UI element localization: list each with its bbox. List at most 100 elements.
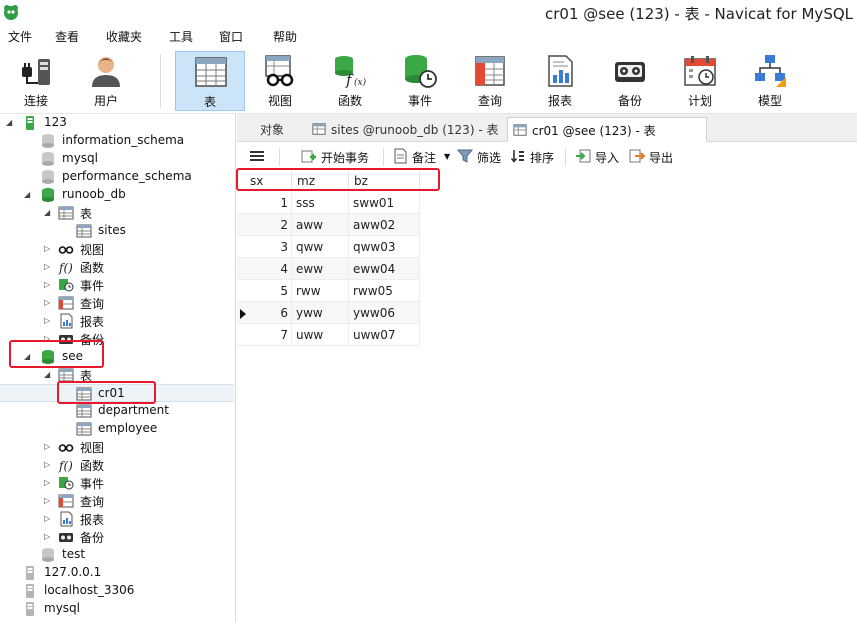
- table-cell-mz[interactable]: rww: [292, 280, 349, 302]
- tree-queries-group[interactable]: ▷ 查询: [0, 294, 234, 312]
- begin-transaction-button[interactable]: 开始事务: [301, 148, 375, 166]
- tree-views-group[interactable]: ▷ 视图: [0, 438, 234, 456]
- menu-hamburger-button[interactable]: [249, 148, 265, 166]
- expanded-arrow-icon[interactable]: ◢: [24, 351, 34, 363]
- tree-reports-group[interactable]: ▷ 报表: [0, 510, 234, 528]
- toolbar-report-button[interactable]: 报表: [525, 51, 595, 111]
- collapsed-arrow-icon[interactable]: ▷: [44, 261, 54, 273]
- tree-functions-group[interactable]: ▷ f() 函数: [0, 258, 234, 276]
- menu-help[interactable]: 帮助: [273, 28, 297, 45]
- toolbar-model-button[interactable]: 模型: [735, 51, 805, 111]
- toolbar-table-button[interactable]: 表: [175, 51, 245, 111]
- import-button[interactable]: 导入: [575, 148, 621, 166]
- table-cell-mz[interactable]: aww: [292, 214, 349, 236]
- collapsed-arrow-icon[interactable]: ▷: [44, 297, 54, 309]
- collapsed-arrow-icon[interactable]: ▷: [44, 531, 54, 543]
- table-cell-bz[interactable]: eww04: [349, 258, 420, 280]
- table-row[interactable]: 7 uww uww07: [237, 324, 420, 346]
- tree-table-department[interactable]: department: [0, 402, 234, 420]
- menu-file[interactable]: 文件: [8, 28, 32, 45]
- collapsed-arrow-icon[interactable]: ▷: [44, 513, 54, 525]
- tree-backups-group[interactable]: ▷ 备份: [0, 528, 234, 546]
- collapsed-arrow-icon[interactable]: ▷: [44, 495, 54, 507]
- tree-reports-group[interactable]: ▷ 报表: [0, 312, 234, 330]
- tab-sites-table[interactable]: sites @runoob_db (123) - 表: [307, 117, 505, 142]
- expanded-arrow-icon[interactable]: ◢: [24, 189, 34, 201]
- toolbar-query-button[interactable]: 查询: [455, 51, 525, 111]
- table-cell-mz[interactable]: sss: [292, 192, 349, 214]
- table-row[interactable]: 3 qww qww03: [237, 236, 420, 258]
- table-cell-mz[interactable]: qww: [292, 236, 349, 258]
- tree-tables-group[interactable]: ◢ 表: [0, 366, 234, 384]
- table-cell-sx[interactable]: 4: [245, 258, 292, 280]
- tree-table-cr01[interactable]: cr01: [0, 384, 234, 402]
- table-cell-bz[interactable]: uww07: [349, 324, 420, 346]
- column-header-mz[interactable]: mz: [292, 171, 349, 191]
- collapsed-arrow-icon[interactable]: ▷: [44, 243, 54, 255]
- table-cell-sx[interactable]: 1: [245, 192, 292, 214]
- collapsed-arrow-icon[interactable]: ▷: [44, 477, 54, 489]
- collapsed-arrow-icon[interactable]: ▷: [44, 441, 54, 453]
- table-row[interactable]: 1 sss sww01: [237, 192, 420, 214]
- tree-tables-group[interactable]: ◢ 表: [0, 204, 234, 222]
- table-cell-bz[interactable]: sww01: [349, 192, 420, 214]
- expanded-arrow-icon[interactable]: ◢: [44, 207, 54, 219]
- tree-functions-group[interactable]: ▷ f() 函数: [0, 456, 234, 474]
- table-cell-mz[interactable]: yww: [292, 302, 349, 324]
- tree-table-sites[interactable]: sites: [0, 222, 234, 240]
- table-cell-sx[interactable]: 6: [245, 302, 292, 324]
- table-row[interactable]: 5 rww rww05: [237, 280, 420, 302]
- menu-view[interactable]: 查看: [55, 28, 79, 45]
- tab-cr01-table[interactable]: cr01 @see (123) - 表: [507, 117, 707, 142]
- toolbar-view-button[interactable]: 视图: [245, 51, 315, 111]
- column-header-sx[interactable]: sx: [245, 171, 292, 191]
- collapsed-arrow-icon[interactable]: ▷: [44, 333, 54, 345]
- collapsed-arrow-icon[interactable]: ▷: [44, 459, 54, 471]
- tree-connection-localhost-ip[interactable]: 127.0.0.1: [0, 564, 234, 582]
- menu-tools[interactable]: 工具: [169, 28, 193, 45]
- menu-favorites[interactable]: 收藏夹: [106, 28, 142, 45]
- toolbar-connect-button[interactable]: 连接: [1, 51, 71, 111]
- collapsed-arrow-icon[interactable]: ▷: [44, 315, 54, 327]
- chevron-down-icon[interactable]: ▼: [444, 152, 450, 161]
- table-cell-mz[interactable]: eww: [292, 258, 349, 280]
- table-cell-sx[interactable]: 7: [245, 324, 292, 346]
- toolbar-schedule-button[interactable]: 计划: [665, 51, 735, 111]
- column-header-bz[interactable]: bz: [349, 171, 420, 191]
- tree-db-test[interactable]: test: [0, 546, 234, 564]
- table-row[interactable]: 2 aww aww02: [237, 214, 420, 236]
- tree-connection-123[interactable]: ◢ 123: [0, 114, 234, 132]
- table-cell-bz[interactable]: aww02: [349, 214, 420, 236]
- tree-table-employee[interactable]: employee: [0, 420, 234, 438]
- tree-connection-mysql[interactable]: mysql: [0, 600, 234, 618]
- table-cell-bz[interactable]: rww05: [349, 280, 420, 302]
- toolbar-event-button[interactable]: 事件: [385, 51, 455, 111]
- tree-backups-group[interactable]: ▷ 备份: [0, 330, 234, 348]
- table-cell-bz[interactable]: yww06: [349, 302, 420, 324]
- table-cell-sx[interactable]: 3: [245, 236, 292, 258]
- tab-objects[interactable]: 对象: [247, 117, 307, 142]
- toolbar-backup-button[interactable]: 备份: [595, 51, 665, 111]
- toolbar-function-button[interactable]: f (x) 函数: [315, 51, 385, 111]
- menu-window[interactable]: 窗口: [219, 28, 243, 45]
- tree-db-see[interactable]: ◢ see: [0, 348, 234, 366]
- table-cell-bz[interactable]: qww03: [349, 236, 420, 258]
- tree-connection-localhost-3306[interactable]: localhost_3306: [0, 582, 234, 600]
- toolbar-user-button[interactable]: 用户: [71, 51, 141, 111]
- table-cell-mz[interactable]: uww: [292, 324, 349, 346]
- sort-button[interactable]: 排序: [510, 148, 556, 166]
- export-button[interactable]: 导出: [629, 148, 675, 166]
- tree-db-performance-schema[interactable]: performance_schema: [0, 168, 234, 186]
- tree-db-runoob-db[interactable]: ◢ runoob_db: [0, 186, 234, 204]
- tree-events-group[interactable]: ▷ 事件: [0, 474, 234, 492]
- collapsed-arrow-icon[interactable]: ▷: [44, 279, 54, 291]
- tree-views-group[interactable]: ▷ 视图: [0, 240, 234, 258]
- memo-button[interactable]: 备注 ▼: [392, 148, 452, 166]
- table-cell-sx[interactable]: 5: [245, 280, 292, 302]
- tree-db-mysql[interactable]: mysql: [0, 150, 234, 168]
- filter-button[interactable]: 筛选: [457, 148, 503, 166]
- tree-events-group[interactable]: ▷ 事件: [0, 276, 234, 294]
- table-row[interactable]: 6 yww yww06: [237, 302, 420, 324]
- table-row[interactable]: 4 eww eww04: [237, 258, 420, 280]
- tree-queries-group[interactable]: ▷ 查询: [0, 492, 234, 510]
